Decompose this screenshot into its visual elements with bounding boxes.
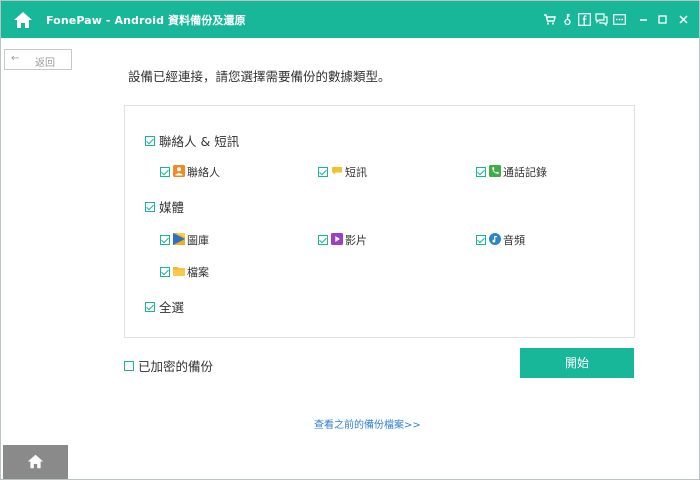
minimize-icon[interactable] [637, 13, 650, 26]
back-button-label: 返回 [35, 58, 55, 69]
home-icon[interactable] [13, 10, 33, 30]
checkbox-select-all[interactable] [145, 301, 155, 312]
group-media[interactable]: 媒體 [145, 197, 184, 216]
app-window: FonePaw - Android 資料備份及還原 ← 返回 設備已經連接，請您… [0, 0, 700, 480]
item-call-logs[interactable]: 通話記錄 [476, 164, 547, 180]
encrypted-backup-label: 已加密的備份 [138, 359, 214, 374]
item-label: 聯絡人 [187, 166, 220, 179]
video-icon [331, 233, 343, 245]
menu-icon[interactable] [613, 13, 626, 26]
group-label: 媒體 [159, 200, 185, 215]
checkbox-video[interactable] [318, 235, 328, 245]
checkbox-contacts-messages[interactable] [145, 135, 155, 146]
maximize-icon[interactable] [656, 13, 669, 26]
checkbox-contacts[interactable] [160, 167, 170, 177]
cart-icon[interactable] [543, 13, 556, 26]
facebook-icon[interactable] [578, 13, 591, 26]
feedback-icon[interactable] [595, 13, 608, 26]
bottom-home-button[interactable] [3, 445, 68, 479]
contacts-icon [173, 165, 185, 177]
page-heading: 設備已經連接，請您選擇需要備份的數據類型。 [128, 69, 391, 84]
item-audio[interactable]: 音頻 [476, 232, 525, 248]
back-button[interactable]: ← 返回 [4, 49, 72, 70]
group-label: 聯絡人 & 短訊 [159, 134, 240, 149]
close-icon[interactable] [677, 13, 690, 26]
item-label: 影片 [345, 234, 367, 247]
audio-icon [489, 233, 501, 245]
folder-icon [173, 265, 185, 277]
item-label: 音頻 [503, 234, 525, 247]
item-label: 短訊 [345, 166, 367, 179]
item-files[interactable]: 檔案 [160, 264, 209, 280]
checkbox-audio[interactable] [476, 235, 486, 245]
select-all[interactable]: 全選 [145, 297, 184, 316]
item-video[interactable]: 影片 [318, 232, 367, 248]
encrypted-backup-option[interactable]: 已加密的備份 [124, 356, 213, 375]
checkbox-media[interactable] [145, 201, 155, 212]
home-icon [27, 454, 44, 469]
arrow-left-icon: ← [11, 53, 20, 64]
checkbox-gallery[interactable] [160, 235, 170, 245]
gallery-icon [173, 233, 185, 245]
group-contacts-messages[interactable]: 聯絡人 & 短訊 [145, 131, 239, 150]
item-label: 檔案 [187, 266, 209, 279]
phone-icon [489, 165, 501, 177]
item-contacts[interactable]: 聯絡人 [160, 164, 220, 180]
select-all-label: 全選 [159, 300, 185, 315]
item-label: 通話記錄 [503, 166, 547, 179]
view-previous-backups-link[interactable]: 查看之前的備份檔案>> [314, 416, 421, 431]
checkbox-messages[interactable] [318, 167, 328, 177]
checkbox-call-logs[interactable] [476, 167, 486, 177]
checkbox-files[interactable] [160, 267, 170, 277]
item-label: 圖庫 [187, 234, 209, 247]
checkbox-encrypted-backup[interactable] [124, 360, 134, 371]
window-title: FonePaw - Android 資料備份及還原 [46, 14, 246, 27]
item-gallery[interactable]: 圖庫 [160, 232, 209, 248]
title-bar: FonePaw - Android 資料備份及還原 [1, 1, 699, 38]
item-messages[interactable]: 短訊 [318, 164, 367, 180]
key-icon[interactable] [561, 13, 574, 26]
start-button[interactable]: 開始 [520, 348, 634, 378]
message-icon [331, 165, 343, 177]
